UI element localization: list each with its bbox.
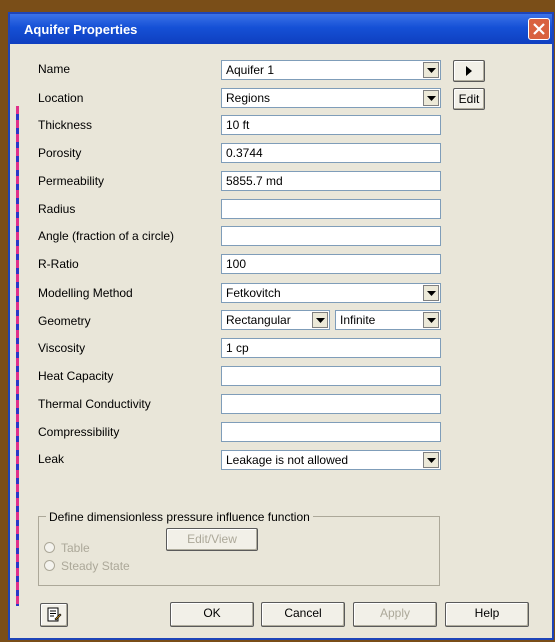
notepad-icon [47, 607, 62, 622]
modelling-method-label: Modelling Method [38, 286, 133, 300]
geometry-label: Geometry [38, 314, 91, 328]
leak-select[interactable]: Leakage is not allowed [221, 450, 441, 470]
geometry-extent-dropdown-button[interactable] [423, 312, 439, 328]
radius-label: Radius [38, 202, 76, 216]
modelling-method-select[interactable]: Fetkovitch [221, 283, 441, 303]
close-button[interactable] [528, 18, 550, 40]
r-ratio-label: R-Ratio [38, 257, 79, 271]
notes-button[interactable] [40, 603, 68, 627]
location-label: Location [38, 91, 84, 105]
chevron-down-icon [427, 291, 436, 296]
permeability-field[interactable]: 5855.7 md [221, 171, 441, 191]
leak-label: Leak [38, 452, 65, 466]
chevron-down-icon [316, 318, 325, 323]
geometry-extent-select[interactable]: Infinite [335, 310, 441, 330]
play-arrow-icon [466, 66, 472, 76]
thermal-conductivity-label: Thermal Conductivity [38, 397, 151, 411]
chevron-down-icon [427, 68, 436, 73]
next-aquifer-button[interactable] [453, 60, 485, 82]
heat-capacity-label: Heat Capacity [38, 369, 114, 383]
porosity-field[interactable]: 0.3744 [221, 143, 441, 163]
viscosity-field[interactable]: 1 cp [221, 338, 441, 358]
window-title: Aquifer Properties [24, 22, 138, 37]
radius-field[interactable] [221, 199, 441, 219]
cancel-button[interactable]: Cancel [261, 602, 345, 627]
edit-button[interactable]: Edit [453, 88, 485, 110]
angle-label: Angle (fraction of a circle) [38, 229, 175, 243]
chevron-down-icon [427, 318, 436, 323]
r-ratio-field[interactable]: 100 [221, 254, 441, 274]
aquifer-properties-dialog: Aquifer Properties Name Location Thickne… [8, 12, 554, 640]
decorative-stripe [16, 106, 19, 606]
help-button[interactable]: Help [445, 602, 529, 627]
geometry-shape-dropdown-button[interactable] [312, 312, 328, 328]
radio-circle [44, 560, 55, 571]
table-radio-label: Table [61, 541, 90, 555]
thickness-field[interactable]: 10 ft [221, 115, 441, 135]
name-select[interactable]: Aquifer 1 [221, 60, 441, 80]
compressibility-label: Compressibility [38, 425, 120, 439]
influence-function-group [38, 516, 440, 586]
location-dropdown-button[interactable] [423, 90, 439, 106]
porosity-label: Porosity [38, 146, 82, 160]
heat-capacity-field[interactable] [221, 366, 441, 386]
apply-button[interactable]: Apply [353, 602, 437, 627]
steady-state-radio[interactable]: Steady State [44, 559, 130, 573]
name-dropdown-button[interactable] [423, 62, 439, 78]
viscosity-label: Viscosity [38, 341, 86, 355]
name-label: Name [38, 62, 71, 76]
edit-view-button[interactable]: Edit/View [166, 528, 258, 551]
radio-circle [44, 542, 55, 553]
influence-function-group-title: Define dimensionless pressure influence … [46, 510, 313, 524]
thickness-label: Thickness [38, 118, 93, 132]
thermal-conductivity-field[interactable] [221, 394, 441, 414]
ok-button[interactable]: OK [170, 602, 254, 627]
modelling-method-dropdown-button[interactable] [423, 285, 439, 301]
title-bar[interactable]: Aquifer Properties [10, 14, 552, 44]
leak-dropdown-button[interactable] [423, 452, 439, 468]
steady-state-radio-label: Steady State [61, 559, 130, 573]
chevron-down-icon [427, 96, 436, 101]
chevron-down-icon [427, 458, 436, 463]
table-radio[interactable]: Table [44, 541, 90, 555]
geometry-shape-select[interactable]: Rectangular [221, 310, 330, 330]
location-select[interactable]: Regions [221, 88, 441, 108]
close-icon [533, 23, 545, 35]
angle-field[interactable] [221, 226, 441, 246]
compressibility-field[interactable] [221, 422, 441, 442]
permeability-label: Permeability [38, 174, 105, 188]
